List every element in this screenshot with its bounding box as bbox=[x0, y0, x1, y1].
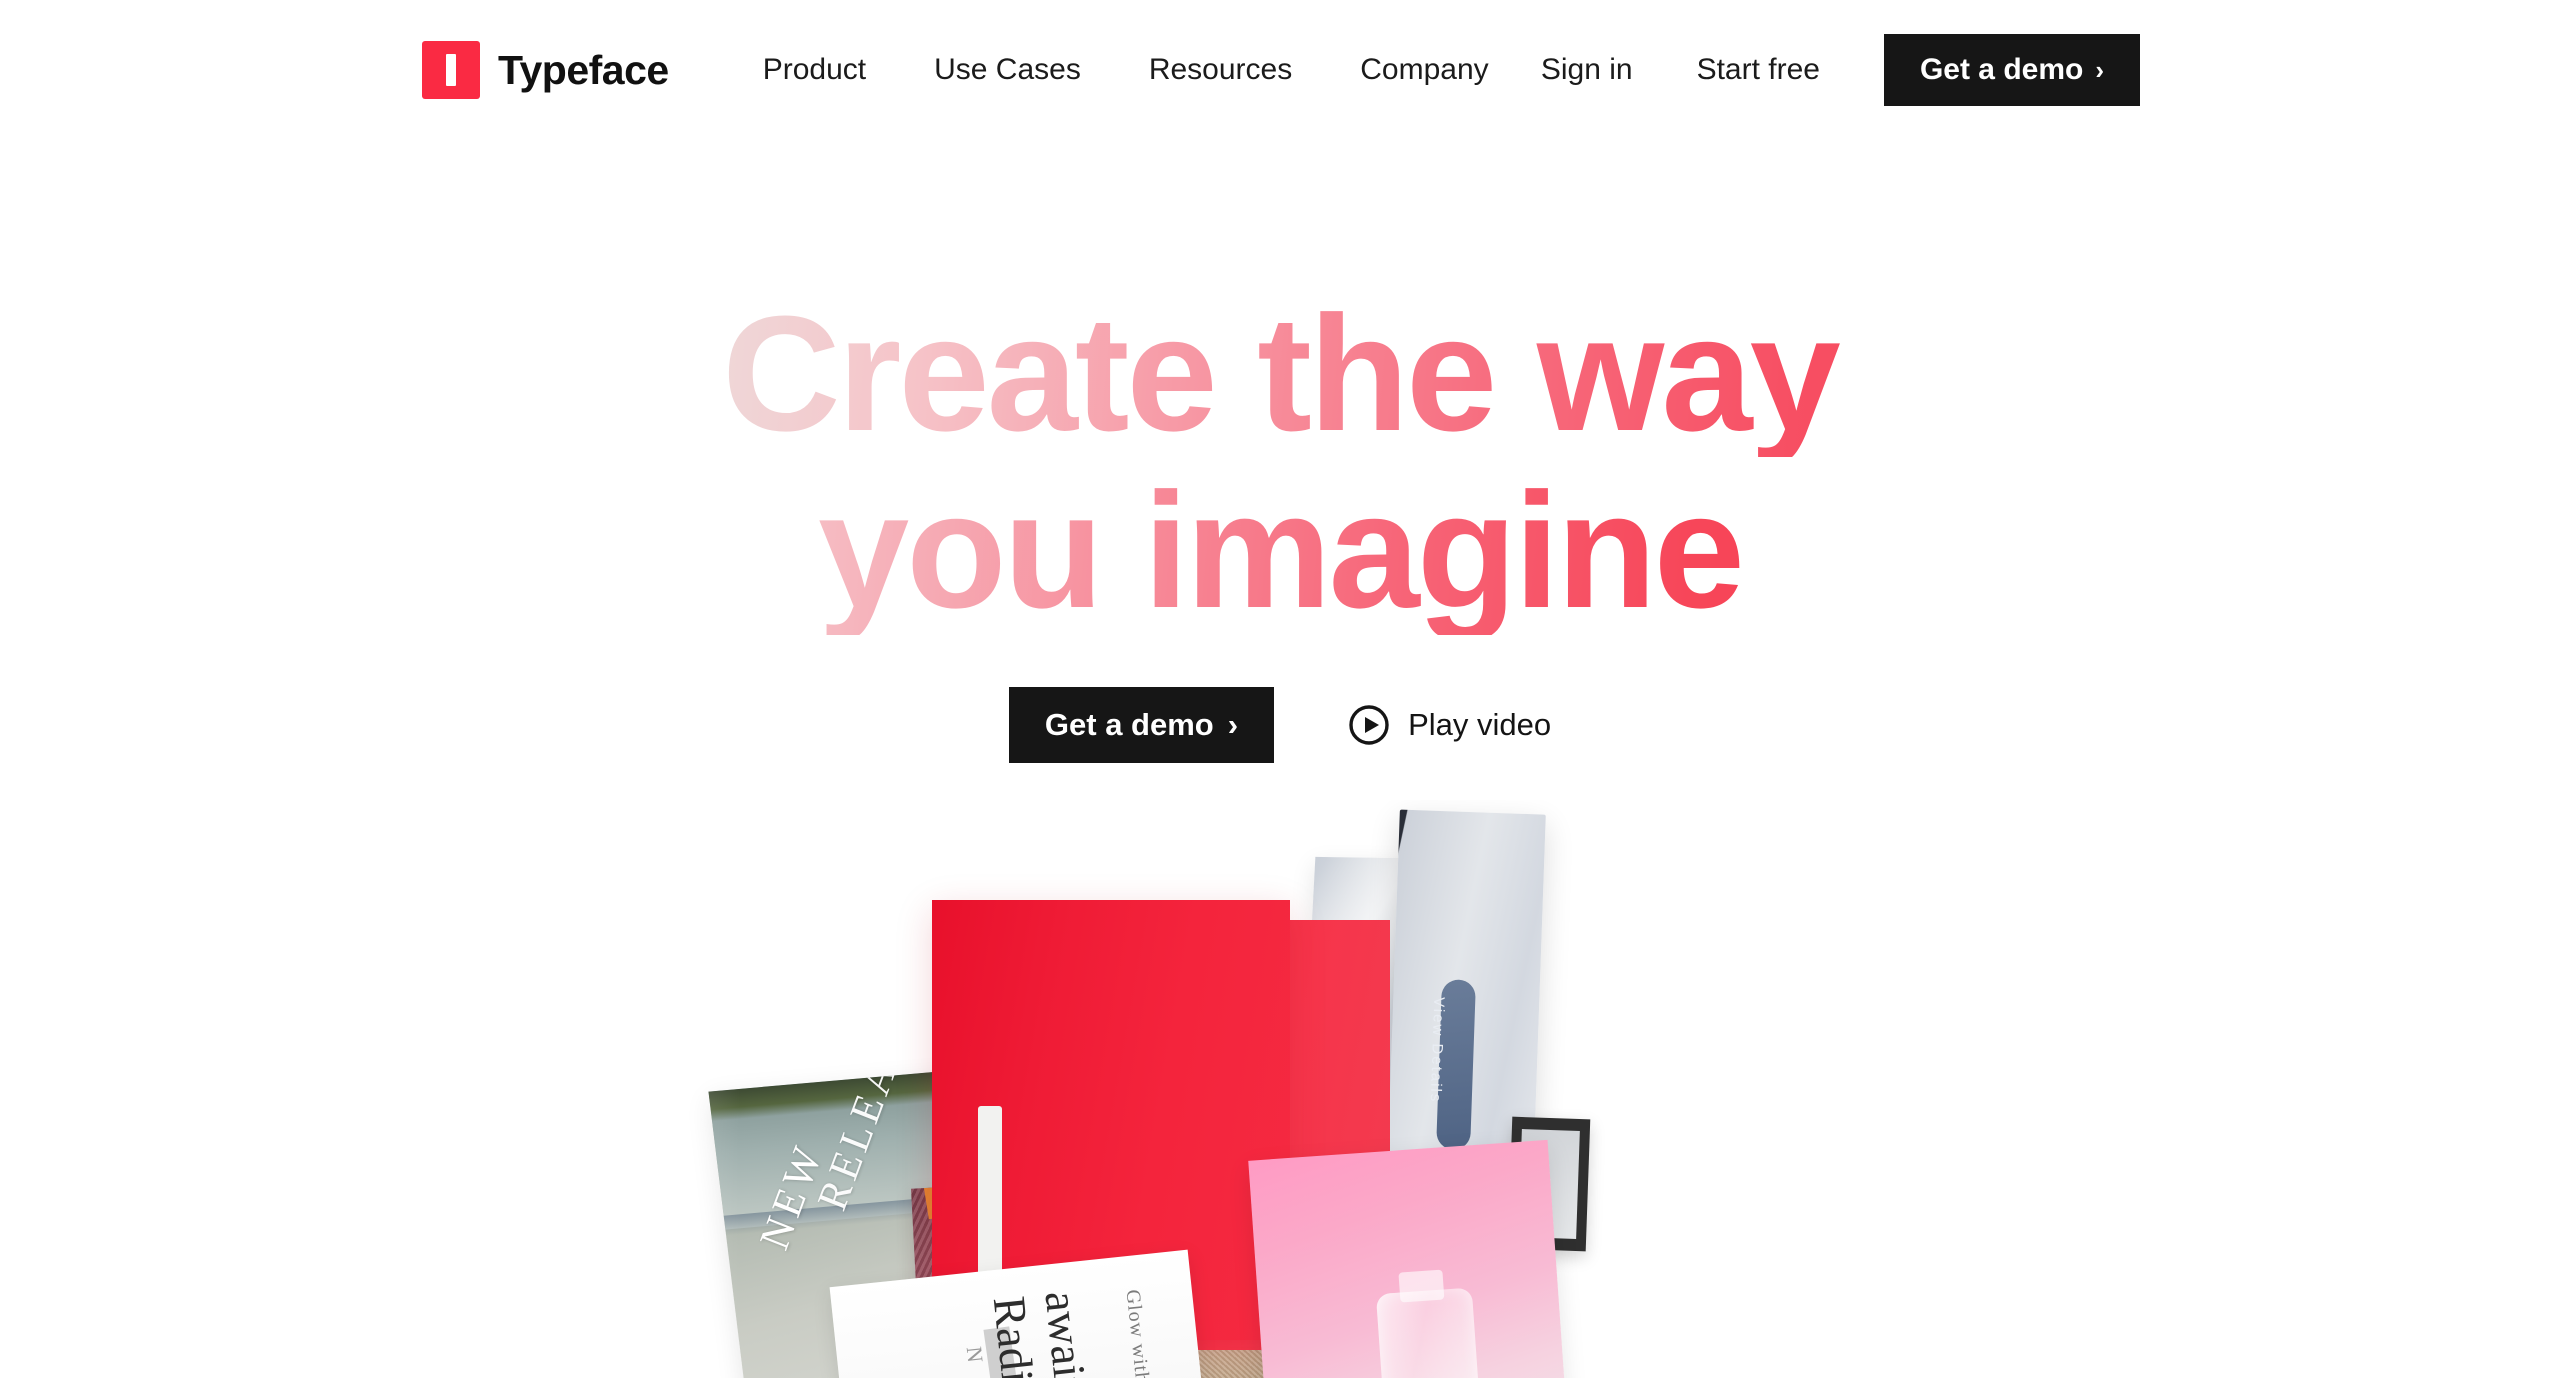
chevron-right-icon: › bbox=[1227, 706, 1239, 742]
nav-item-resources[interactable]: Resources bbox=[1115, 53, 1326, 87]
artwork-pink-perfume-card bbox=[1248, 1139, 1568, 1378]
header-left-group: Typeface Product Use Cases Resources Com… bbox=[422, 0, 1523, 140]
nav-item-company[interactable]: Company bbox=[1326, 53, 1522, 87]
header-right-group: Sign in Start free Get a demo › bbox=[1509, 0, 2140, 140]
sign-in-link[interactable]: Sign in bbox=[1509, 53, 1665, 87]
artwork-fade-right bbox=[1860, 800, 2560, 1378]
brand-name: Typeface bbox=[498, 46, 669, 93]
typeface-logo-icon bbox=[422, 41, 480, 99]
play-video-button[interactable]: Play video bbox=[1348, 704, 1551, 746]
brand-logo[interactable]: Typeface bbox=[422, 41, 669, 99]
site-header: Typeface Product Use Cases Resources Com… bbox=[0, 0, 2560, 140]
play-circle-icon bbox=[1349, 704, 1389, 745]
artwork-fade-left bbox=[0, 800, 740, 1378]
logo-bar-shape bbox=[446, 54, 456, 86]
headline-line-2: you imagine bbox=[0, 467, 2560, 635]
artwork-glow-text: Glow with bbox=[1121, 1288, 1154, 1378]
artwork-awaits-text: awaits bbox=[1035, 1288, 1099, 1378]
start-free-link[interactable]: Start free bbox=[1665, 53, 1852, 87]
hero-cta-group: Get a demo › Play video bbox=[0, 686, 2560, 763]
hero-section: Create the way you imagine Get a demo › … bbox=[0, 140, 2560, 763]
artwork-stage: NEW RELEASE View Details awaits Glow wit… bbox=[708, 800, 1880, 1378]
chevron-right-icon: › bbox=[2095, 55, 2104, 85]
hero-get-a-demo-button[interactable]: Get a demo › bbox=[1008, 686, 1275, 763]
hero-demo-label: Get a demo bbox=[1044, 706, 1214, 742]
main-navigation: Product Use Cases Resources Company bbox=[729, 53, 1523, 87]
header-demo-label: Get a demo bbox=[1919, 53, 2084, 86]
play-video-label: Play video bbox=[1408, 706, 1552, 742]
artwork-bottle-shape bbox=[1375, 1287, 1483, 1378]
nav-item-use-cases[interactable]: Use Cases bbox=[900, 53, 1115, 87]
page-title: Create the way you imagine bbox=[0, 290, 2560, 635]
nav-item-product[interactable]: Product bbox=[729, 53, 900, 87]
hero-artwork: NEW RELEASE View Details awaits Glow wit… bbox=[0, 800, 2560, 1378]
headline-line-1: Create the way bbox=[0, 290, 2560, 458]
header-get-a-demo-button[interactable]: Get a demo › bbox=[1883, 34, 2140, 106]
